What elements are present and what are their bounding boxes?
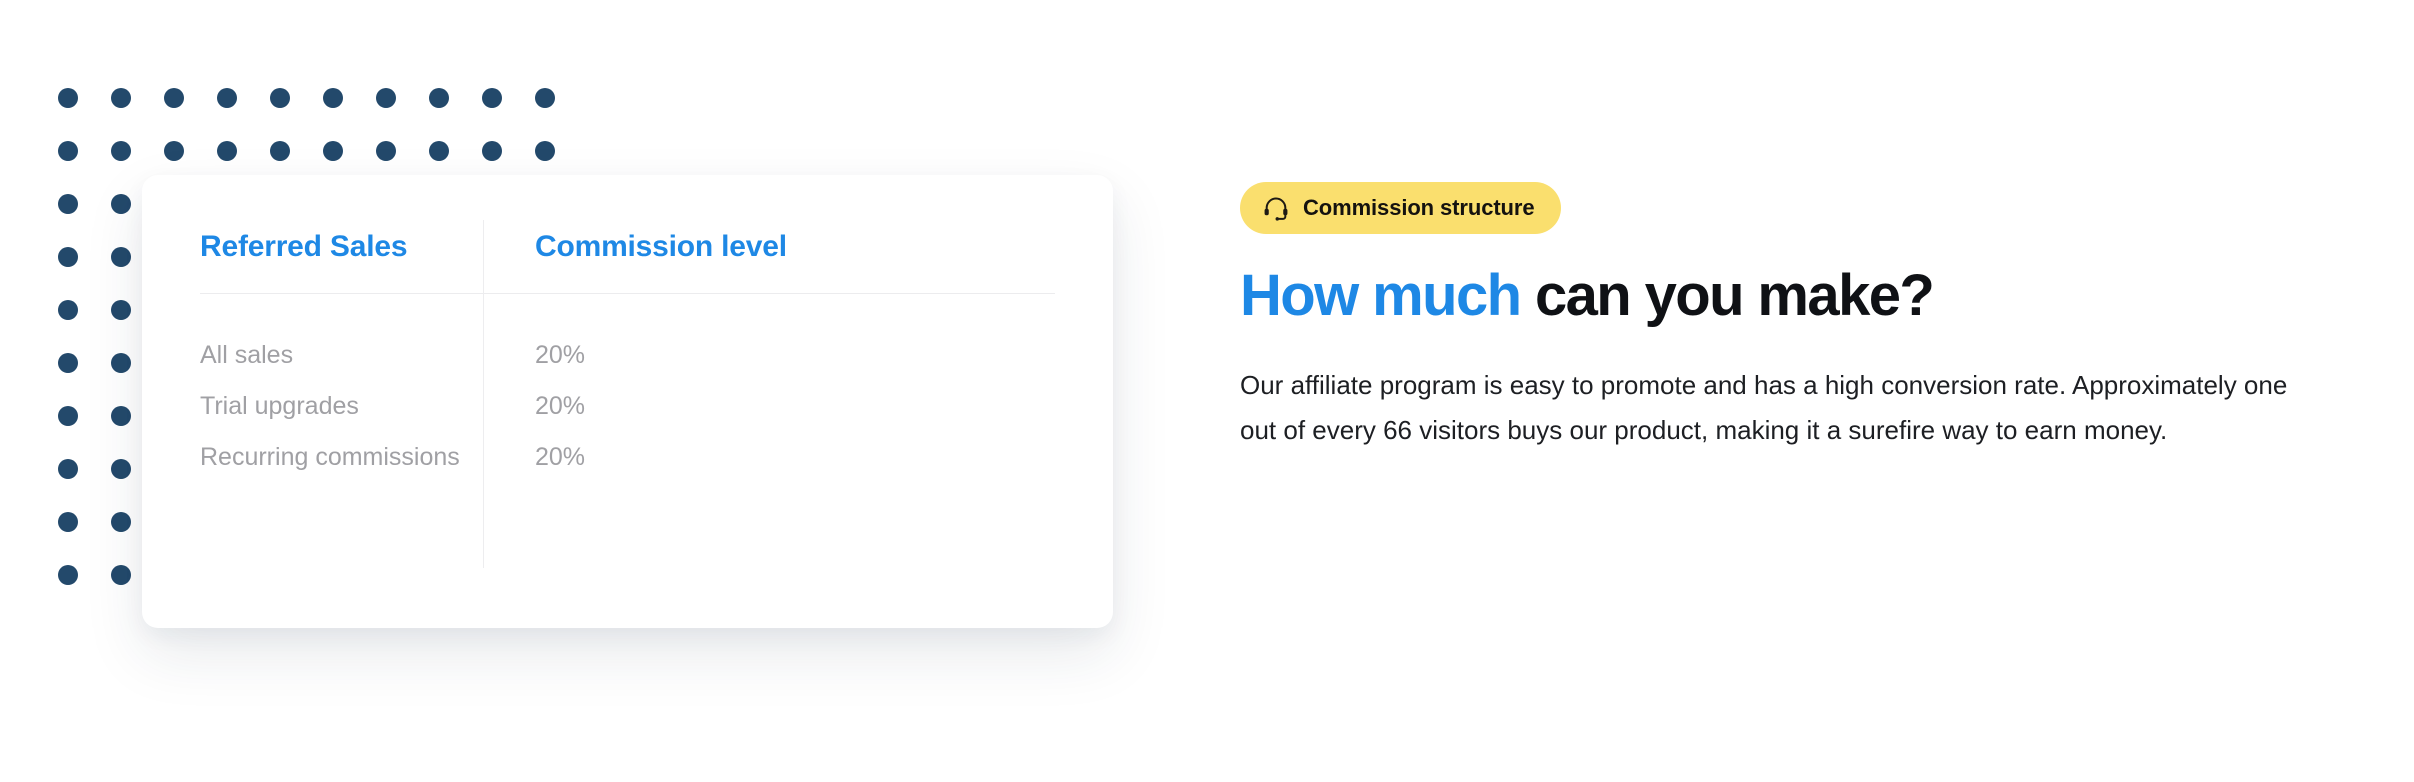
grid-dot xyxy=(535,141,555,161)
grid-dot xyxy=(58,353,78,373)
grid-dot xyxy=(58,300,78,320)
table-column-header-referred-sales: Referred Sales xyxy=(200,230,408,263)
grid-dot xyxy=(58,247,78,267)
page-root: Referred Sales Commission level All sale… xyxy=(0,0,2414,782)
grid-dot xyxy=(58,512,78,532)
grid-dot xyxy=(58,194,78,214)
grid-dot xyxy=(535,88,555,108)
grid-dot xyxy=(58,88,78,108)
grid-dot xyxy=(164,141,184,161)
table-cell-label: Recurring commissions xyxy=(200,442,460,471)
table-cell-label: Trial upgrades xyxy=(200,391,359,420)
grid-dot xyxy=(217,141,237,161)
commission-card-wrapper: Referred Sales Commission level All sale… xyxy=(142,175,1113,628)
grid-dot xyxy=(111,406,131,426)
grid-dot xyxy=(58,459,78,479)
grid-dot xyxy=(429,141,449,161)
grid-dot xyxy=(111,141,131,161)
grid-dot xyxy=(323,141,343,161)
table-cell-value: 20% xyxy=(535,391,586,420)
grid-dot xyxy=(376,141,396,161)
body-paragraph: Our affiliate program is easy to promote… xyxy=(1240,369,2288,445)
grid-dot xyxy=(270,141,290,161)
table-row: Recurring commissions 20% xyxy=(200,432,1055,483)
left-visual-block: Referred Sales Commission level All sale… xyxy=(0,0,1180,782)
grid-dot xyxy=(58,565,78,585)
table-cell-label: All sales xyxy=(200,340,294,369)
grid-dot xyxy=(111,194,131,214)
table-row: All sales 20% xyxy=(200,330,1055,381)
table-header-divider xyxy=(200,293,1055,294)
grid-dot xyxy=(111,512,131,532)
page-title: How much can you make? xyxy=(1240,263,2360,328)
badge-label: Commission structure xyxy=(1303,195,1535,220)
grid-dot xyxy=(58,141,78,161)
page-title-rest: can you make? xyxy=(1520,263,1935,328)
page-title-accent: How much xyxy=(1240,263,1522,328)
table-cell-value: 20% xyxy=(535,442,586,471)
grid-dot xyxy=(111,353,131,373)
grid-dot xyxy=(217,88,237,108)
commission-table: Referred Sales Commission level All sale… xyxy=(200,220,1055,588)
grid-dot xyxy=(482,88,502,108)
grid-dot xyxy=(164,88,184,108)
grid-dot xyxy=(111,459,131,479)
table-header-row: Referred Sales Commission level xyxy=(200,230,1055,263)
table-column-header-commission-level: Commission level xyxy=(535,230,787,263)
grid-dot xyxy=(111,247,131,267)
grid-dot xyxy=(270,88,290,108)
table-row: Trial upgrades 20% xyxy=(200,381,1055,432)
commission-structure-badge: Commission structure xyxy=(1240,182,1561,234)
grid-dot xyxy=(429,88,449,108)
headset-icon xyxy=(1262,194,1290,222)
grid-dot xyxy=(111,565,131,585)
table-cell-value: 20% xyxy=(535,340,586,369)
grid-dot xyxy=(111,300,131,320)
grid-dot xyxy=(58,406,78,426)
grid-dot xyxy=(482,141,502,161)
grid-dot xyxy=(111,88,131,108)
right-content-block: Commission structure How much can you ma… xyxy=(1240,182,2360,452)
table-body: All sales 20% Trial upgrades 20% Recurri… xyxy=(200,330,1055,483)
commission-card: Referred Sales Commission level All sale… xyxy=(142,175,1113,628)
grid-dot xyxy=(323,88,343,108)
grid-dot xyxy=(376,88,396,108)
